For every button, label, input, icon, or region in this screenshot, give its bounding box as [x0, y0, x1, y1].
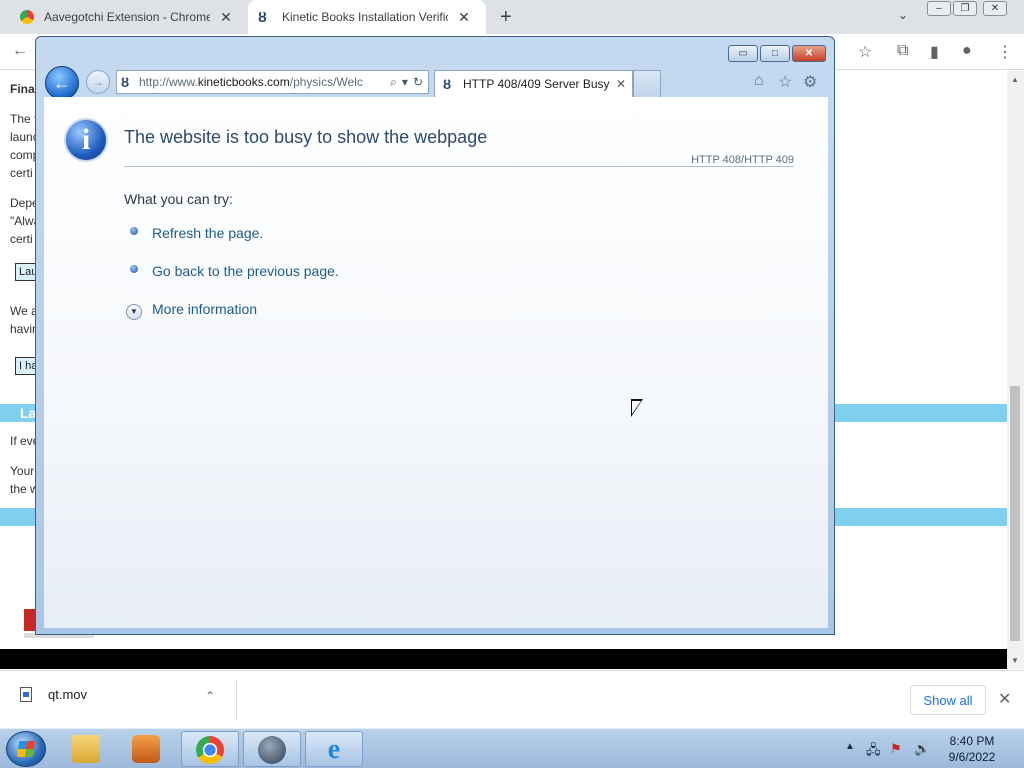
tab-close-icon[interactable]: ✕	[456, 9, 472, 26]
bg-text: certi	[10, 232, 33, 246]
volume-icon[interactable]: 🔊	[914, 741, 930, 757]
tab-title: Kinetic Books Installation Verifica	[282, 10, 448, 24]
ie-tab-close-icon[interactable]: ✕	[616, 77, 626, 91]
ie-address-bar[interactable]: ȣ http://www.kineticbooks.com/physics/We…	[116, 70, 429, 94]
chrome-close-button[interactable]: ✕	[983, 1, 1007, 16]
ie-window: ▭ □ ✕ ← → ȣ http://www.kineticbooks.com/…	[35, 36, 835, 635]
clock-date: 9/6/2022	[948, 750, 996, 764]
dropdown-arrow-icon[interactable]: ▾	[402, 75, 408, 89]
show-hidden-icons-arrow[interactable]: ▲	[845, 741, 855, 752]
bg-text: certi	[10, 166, 33, 180]
bullet-icon	[130, 265, 138, 273]
new-tab-button[interactable]: +	[500, 6, 512, 29]
ie-forward-button[interactable]: →	[86, 70, 110, 94]
error-title: The website is too busy to show the webp…	[124, 127, 488, 147]
favorites-star-icon[interactable]: ☆	[778, 72, 792, 92]
ie-back-button[interactable]: ←	[45, 66, 79, 100]
bg-text: Your	[10, 464, 35, 478]
download-filename[interactable]: qt.mov	[48, 687, 87, 702]
refresh-icon[interactable]: ↻	[413, 75, 423, 89]
chrome-restore-button[interactable]: ❐	[953, 1, 977, 16]
page-bottom-strip	[0, 649, 1007, 669]
show-all-button[interactable]: Show all	[910, 685, 986, 715]
home-icon[interactable]: ⌂	[754, 72, 764, 90]
profile-avatar-icon[interactable]: ●	[962, 42, 972, 60]
kinetic-books-icon: ȣ	[258, 9, 267, 25]
downloads-close-icon[interactable]: ✕	[998, 689, 1011, 709]
bg-heading: Fina	[10, 82, 35, 96]
error-code: HTTP 408/HTTP 409	[691, 154, 794, 166]
tab-title: Aavegotchi Extension - Chrome W	[44, 10, 210, 24]
file-icon	[20, 687, 32, 702]
downloads-divider	[236, 679, 237, 721]
downloads-bar: qt.mov ⌃ Show all ✕	[0, 670, 1024, 728]
taskbar-internet-explorer[interactable]: e	[305, 731, 363, 767]
chrome-web-store-icon	[20, 10, 34, 24]
windows-logo-icon	[16, 741, 36, 757]
chrome-tab-strip: Aavegotchi Extension - Chrome W ✕ ȣ Kine…	[0, 0, 1024, 34]
bg-section-heading: La	[20, 405, 37, 421]
kinetic-books-icon: ȣ	[443, 76, 452, 92]
download-item[interactable]: qt.mov	[20, 687, 87, 702]
tab-search-chevron-icon[interactable]: ⌄	[898, 8, 908, 22]
network-icon[interactable]: 🖧	[866, 741, 881, 763]
taskbar-chrome[interactable]	[181, 731, 239, 767]
side-panel-icon[interactable]: ▮	[930, 42, 939, 62]
extensions-puzzle-icon[interactable]: ⧉	[897, 42, 908, 60]
search-icon[interactable]: ⌕	[390, 75, 397, 90]
bookmark-star-icon[interactable]: ☆	[858, 42, 872, 62]
mouse-pointer-icon	[631, 399, 643, 417]
media-player-icon	[132, 735, 160, 763]
go-back-link[interactable]: Go back to the previous page.	[152, 263, 339, 279]
scroll-up-icon[interactable]: ▲	[1011, 75, 1019, 84]
chrome-tab-aavegotchi[interactable]: Aavegotchi Extension - Chrome W ✕	[10, 0, 246, 34]
kinetic-books-app-icon	[258, 736, 286, 764]
try-label: What you can try:	[124, 191, 233, 207]
folder-icon	[72, 735, 100, 763]
ie-minimize-button[interactable]: ▭	[728, 45, 758, 62]
refresh-page-link[interactable]: Refresh the page.	[152, 225, 263, 241]
scrollbar-thumb[interactable]	[1010, 386, 1020, 641]
bg-text: We a	[10, 304, 38, 318]
taskbar-kinetic-books[interactable]	[243, 731, 301, 767]
chrome-icon	[196, 736, 224, 764]
more-information-link[interactable]: More information	[152, 301, 257, 317]
ie-tab-server-busy[interactable]: ȣ HTTP 408/409 Server Busy ✕	[434, 70, 633, 97]
ie-error-page: i The website is too busy to show the we…	[44, 97, 828, 628]
info-icon: i	[64, 118, 108, 162]
settings-gear-icon[interactable]: ⚙	[803, 72, 817, 92]
system-clock[interactable]: 8:40 PM 9/6/2022	[940, 733, 1004, 765]
windows-taskbar: e ▲ 🖧 ⚑ 🔊 8:40 PM 9/6/2022	[0, 728, 1024, 768]
ie-new-tab-button[interactable]	[633, 70, 661, 97]
tab-close-icon[interactable]: ✕	[218, 9, 234, 26]
title-divider	[124, 166, 794, 167]
kinetic-books-icon: ȣ	[121, 74, 130, 90]
bullet-icon	[130, 227, 138, 235]
action-center-flag-icon[interactable]: ⚑	[890, 741, 902, 757]
download-options-chevron-icon[interactable]: ⌃	[205, 689, 215, 703]
internet-explorer-icon: e	[327, 734, 341, 765]
chrome-minimize-button[interactable]: –	[927, 1, 951, 16]
scroll-down-icon[interactable]: ▼	[1011, 656, 1019, 665]
address-url[interactable]: http://www.kineticbooks.com/physics/Welc	[139, 75, 390, 89]
chrome-tab-kinetic-books[interactable]: ȣ Kinetic Books Installation Verifica ✕	[248, 0, 486, 34]
expand-chevron-icon[interactable]: ▼	[126, 304, 142, 320]
bg-text: The f	[10, 112, 38, 126]
clock-time: 8:40 PM	[949, 734, 995, 748]
ie-tab-title: HTTP 408/409 Server Busy	[463, 77, 610, 91]
taskbar-media-player[interactable]	[118, 731, 176, 767]
page-scrollbar[interactable]: ▲ ▼	[1007, 71, 1024, 669]
back-arrow-icon[interactable]: ←	[12, 42, 28, 60]
taskbar-explorer[interactable]	[58, 731, 116, 767]
ie-maximize-button[interactable]: □	[760, 45, 790, 62]
chrome-menu-icon[interactable]: ⋮	[997, 42, 1013, 62]
ie-close-button[interactable]: ✕	[792, 45, 826, 62]
start-button[interactable]	[6, 731, 46, 767]
